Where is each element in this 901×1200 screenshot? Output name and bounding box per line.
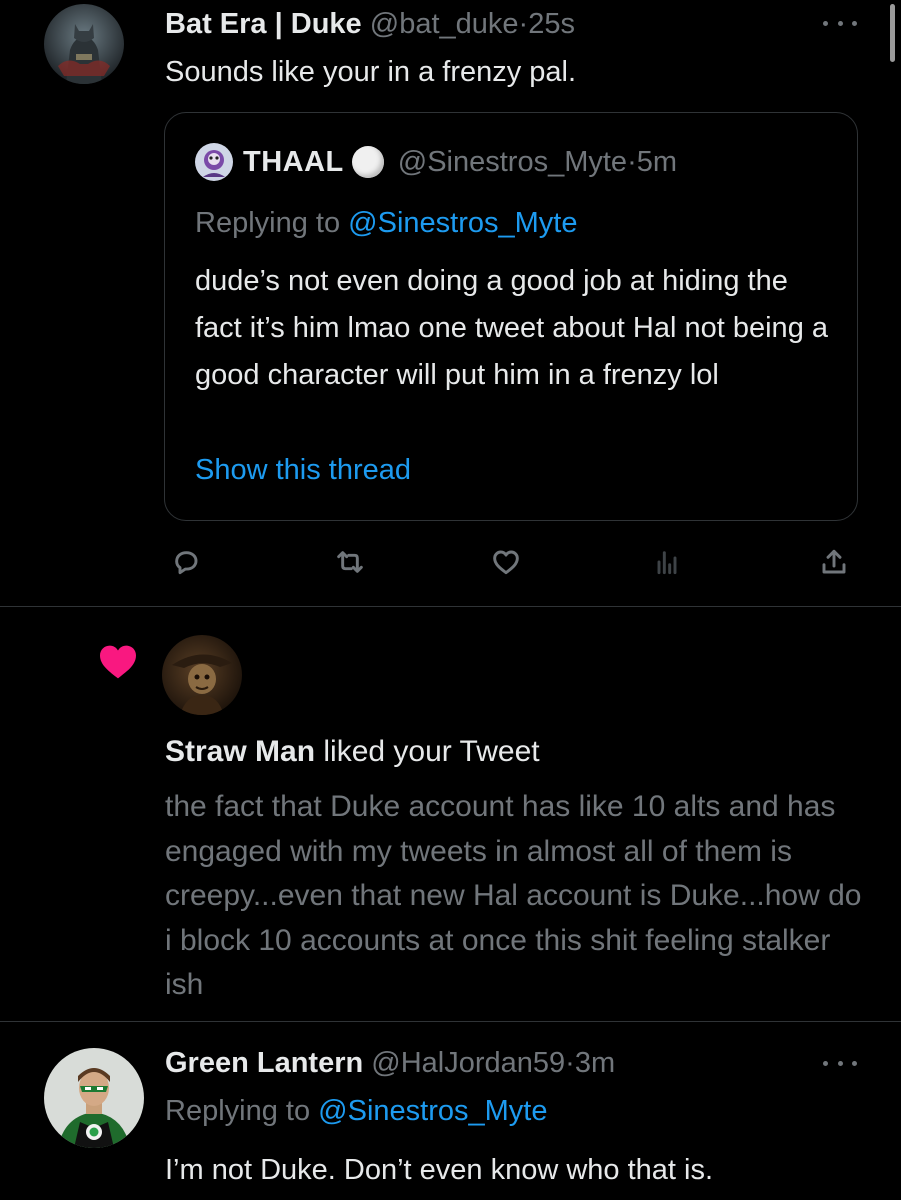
timestamp[interactable]: 3m [575, 1047, 615, 1079]
timestamp[interactable]: 25s [528, 8, 575, 40]
share-icon[interactable] [812, 540, 856, 584]
replying-prefix: Replying to [165, 1095, 319, 1127]
quoted-replying-to: Replying to @Sinestros_Myte [195, 205, 577, 241]
display-name[interactable]: Green Lantern [165, 1047, 363, 1079]
separator: · [627, 146, 637, 178]
tweet-header: Green Lantern @HalJordan59·3m [165, 1045, 615, 1081]
like-icon[interactable] [484, 540, 528, 584]
avatar[interactable] [44, 4, 124, 84]
green-lantern-avatar-image [44, 1048, 144, 1148]
tweet-actions [0, 540, 901, 584]
tweet-text: I’m not Duke. Don’t even know who that i… [165, 1154, 714, 1186]
more-options-icon[interactable] [823, 1056, 857, 1070]
heart-icon [100, 645, 136, 679]
timeline: Bat Era | Duke @bat_duke·25s Sounds like… [0, 0, 901, 1200]
quoted-avatar [195, 143, 233, 181]
notification-tweet-text: the fact that Duke account has like 10 a… [165, 790, 862, 1001]
views-icon[interactable] [645, 540, 689, 584]
replying-to: Replying to @Sinestros_Myte [165, 1093, 547, 1129]
avatar[interactable] [44, 1048, 144, 1148]
quoted-tweet-header: THAAL @Sinestros_Myte · 5m [195, 143, 677, 181]
batman-avatar-image [44, 4, 124, 84]
tweet-green-lantern[interactable]: Green Lantern @HalJordan59·3m Replying t… [0, 1022, 901, 1200]
action-text: liked your Tweet [315, 735, 540, 768]
white-circle-emoji-icon [351, 146, 384, 178]
tweet-bat-duke[interactable]: Bat Era | Duke @bat_duke·25s Sounds like… [0, 0, 901, 605]
notification-title: Straw Man liked your Tweet [165, 734, 540, 770]
display-name[interactable]: Bat Era | Duke [165, 8, 362, 40]
quoted-handle[interactable]: @Sinestros_Myte [398, 144, 627, 180]
separator: · [565, 1047, 575, 1079]
tweet-header: Bat Era | Duke @bat_duke·25s [165, 6, 575, 42]
more-options-icon[interactable] [823, 16, 857, 30]
tweet-text: Sounds like your in a frenzy pal. [165, 56, 577, 88]
show-this-thread-link[interactable]: Show this thread [195, 452, 411, 488]
separator: · [518, 8, 529, 40]
mention-link[interactable]: @Sinestros_Myte [318, 1095, 547, 1127]
strawman-avatar-image [162, 635, 242, 715]
quoted-display-name[interactable]: THAAL [243, 144, 344, 180]
actor-name[interactable]: Straw Man [165, 735, 315, 768]
quoted-timestamp[interactable]: 5m [637, 144, 677, 180]
mention-link[interactable]: @Sinestros_Myte [348, 207, 577, 239]
avatar[interactable] [162, 635, 242, 715]
quoted-avatar-image [195, 143, 233, 181]
quoted-tweet-text: dude’s not even doing a good job at hidi… [195, 265, 829, 391]
reply-icon[interactable] [164, 540, 208, 584]
divider [0, 606, 901, 607]
replying-prefix: Replying to [195, 207, 349, 239]
retweet-icon[interactable] [328, 540, 372, 584]
handle[interactable]: @HalJordan59 [371, 1047, 565, 1079]
handle[interactable]: @bat_duke [370, 8, 519, 40]
